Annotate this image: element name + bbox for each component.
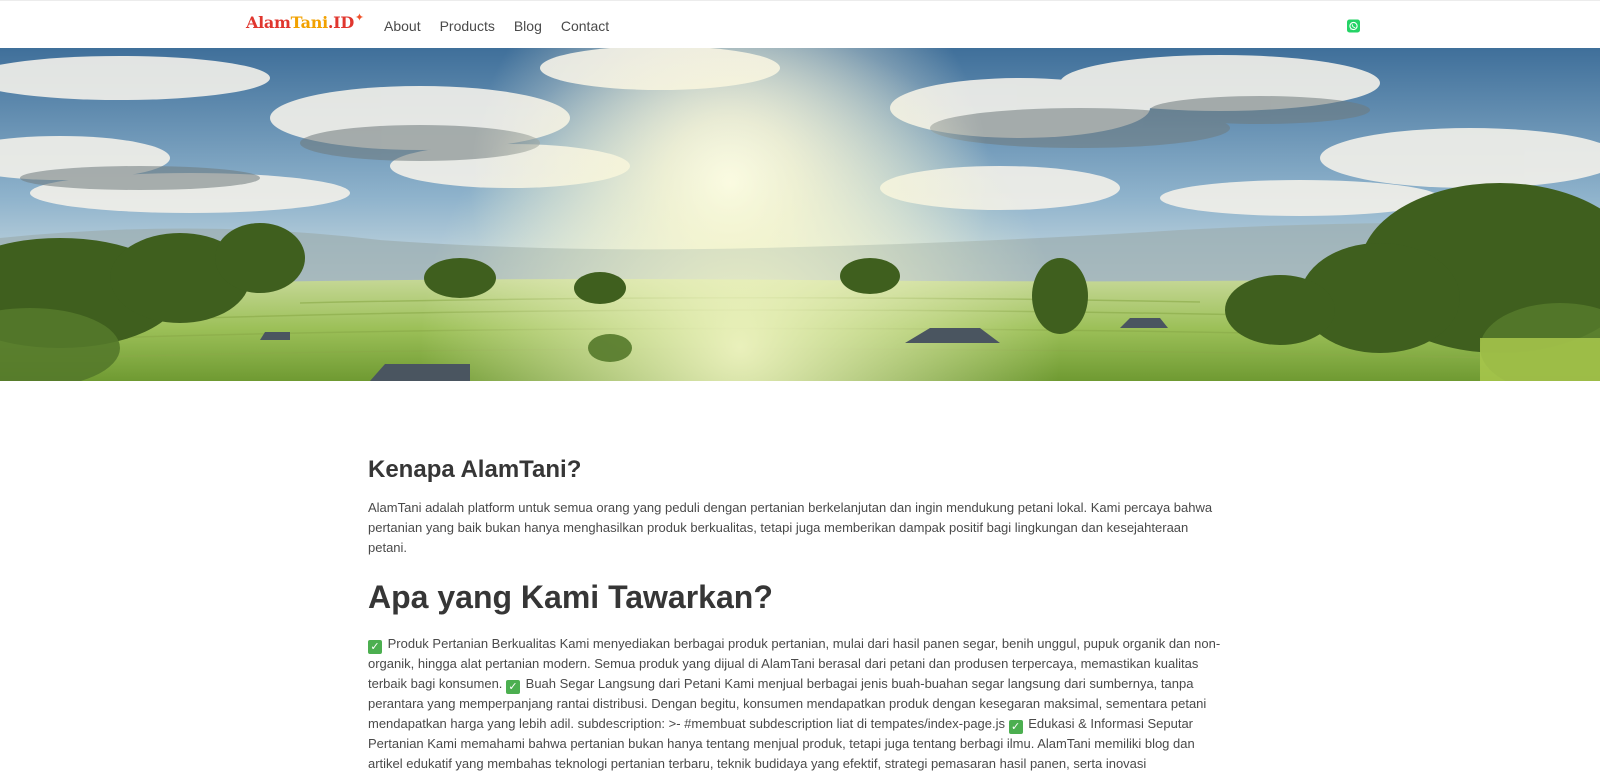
brand-logo[interactable]: Alam Tani .ID ✦ — [246, 11, 364, 39]
navbar: Alam Tani .ID ✦ About Products Blog Cont… — [0, 4, 1600, 48]
hero-landscape-image — [0, 48, 1600, 381]
sparkle-icon: ✦ — [354, 11, 364, 24]
nav-link-products[interactable]: Products — [440, 18, 495, 34]
offer-paragraph: ✓ Produk Pertanian Berkualitas Kami meny… — [368, 634, 1228, 774]
nav-menu: About Products Blog Contact — [384, 8, 628, 44]
hero-banner — [0, 48, 1600, 381]
nav-link-about[interactable]: About — [384, 18, 421, 34]
brand-part-2: Tani — [290, 13, 329, 32]
check-mark-icon: ✓ — [368, 640, 382, 655]
nav-link-contact[interactable]: Contact — [561, 18, 609, 34]
why-paragraph: AlamTani adalah platform untuk semua ora… — [368, 499, 1213, 555]
brand-part-1: Alam — [246, 13, 291, 32]
brand-part-3: .ID — [327, 13, 354, 32]
check-mark-icon: ✓ — [506, 680, 521, 695]
check-mark-icon: ✓ — [1008, 720, 1023, 735]
main-content: Kenapa AlamTani? AlamTani adalah platfor… — [368, 456, 1228, 774]
offer-heading: Apa yang Kami Tawarkan? — [368, 578, 773, 615]
why-heading: Kenapa AlamTani? — [368, 456, 582, 483]
whatsapp-icon[interactable] — [1347, 19, 1360, 33]
nav-link-blog[interactable]: Blog — [514, 18, 542, 34]
